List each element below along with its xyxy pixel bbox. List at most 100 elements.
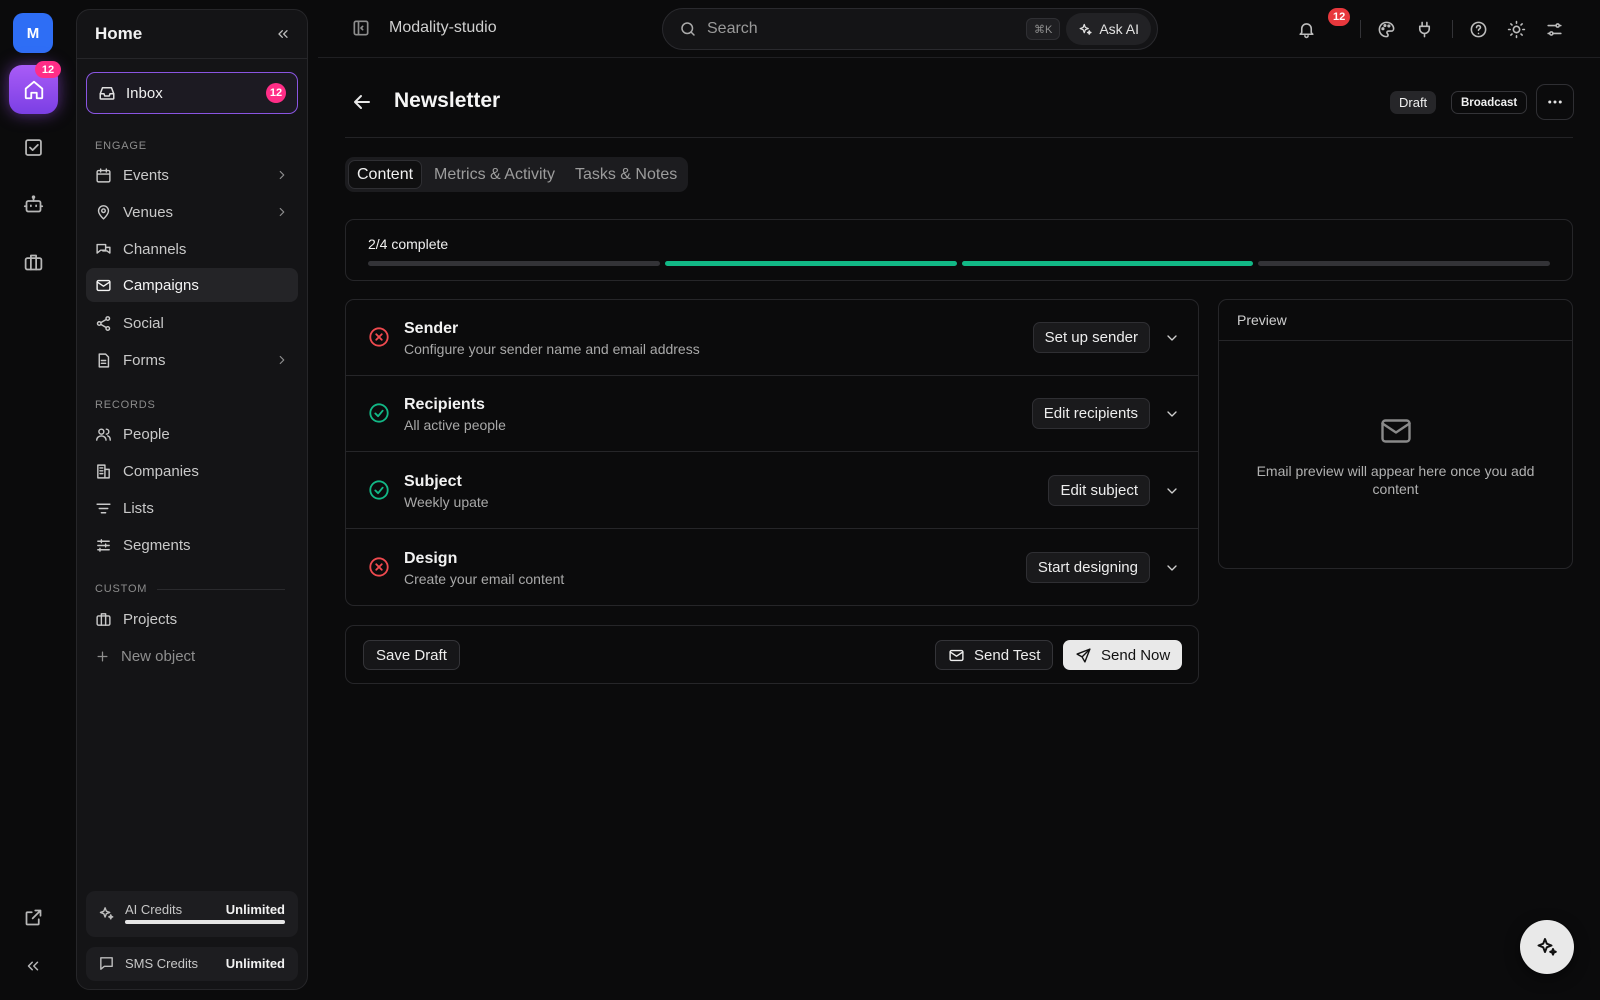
ai-credits-card[interactable]: AI Credits Unlimited (86, 891, 298, 937)
sidebar-item-label: Events (123, 166, 169, 184)
send-now-button[interactable]: Send Now (1063, 640, 1183, 670)
chevron-right-icon (275, 353, 289, 367)
share-icon (95, 315, 112, 332)
tab-metrics-activity[interactable]: Metrics & Activity (426, 160, 563, 189)
new-object-button[interactable]: New object (86, 639, 298, 673)
rail-bot-button[interactable] (18, 189, 48, 219)
settings-sliders-icon[interactable] (1542, 17, 1566, 41)
tab-tasks-notes[interactable]: Tasks & Notes (567, 160, 685, 189)
topbar-separator (1360, 20, 1361, 38)
save-draft-button[interactable]: Save Draft (363, 640, 460, 670)
search-shortcut: ⌘K (1025, 18, 1061, 40)
rail-collapse-button[interactable] (18, 951, 48, 981)
briefcase-icon (95, 611, 112, 628)
progress-segment (1258, 261, 1550, 266)
plug-icon[interactable] (1412, 17, 1436, 41)
sidebar-item-label: Campaigns (123, 276, 199, 294)
x-circle-icon (368, 556, 390, 578)
sidebar-item-label: Lists (123, 499, 154, 517)
progress-segment (961, 261, 1254, 266)
edit-subject-button[interactable]: Edit subject (1048, 475, 1150, 506)
collapse-sidebar-icon[interactable] (275, 26, 291, 42)
sidebar-item-events[interactable]: Events (86, 158, 298, 192)
start-designing-button[interactable]: Start designing (1025, 552, 1150, 583)
search-icon (679, 20, 697, 38)
sidebar-item-label: Channels (123, 240, 187, 258)
rail-home-badge: 12 (35, 61, 61, 78)
header-divider (345, 137, 1573, 138)
sidebar-item-campaigns[interactable]: Campaigns (86, 268, 298, 302)
rail-external-button[interactable] (18, 902, 48, 932)
rail-briefcase-button[interactable] (18, 247, 48, 277)
send-test-label: Send Test (974, 646, 1041, 664)
ai-credits-fill (125, 920, 285, 924)
status-badge: Draft (1390, 91, 1437, 114)
home-icon (23, 79, 45, 101)
sidebar-item-forms[interactable]: Forms (86, 343, 298, 377)
checkbox-icon (23, 137, 44, 158)
sidebar-item-lists[interactable]: Lists (86, 491, 298, 525)
chevron-down-icon[interactable] (1164, 330, 1180, 346)
back-arrow-icon[interactable] (350, 90, 374, 114)
map-pin-icon (95, 204, 112, 221)
workspace-avatar[interactable]: M (13, 13, 53, 53)
progress-label: 2/4 complete (368, 236, 449, 252)
preview-title: Preview (1219, 300, 1572, 341)
global-search[interactable]: Search ⌘K Ask AI (662, 8, 1158, 50)
step-title: Recipients (404, 396, 485, 413)
sidebar-item-label: Companies (123, 462, 199, 480)
briefcase-icon (23, 252, 44, 273)
building-icon (95, 463, 112, 480)
chevron-right-icon (275, 168, 289, 182)
workspace-breadcrumb[interactable]: Modality-studio (389, 19, 497, 37)
ai-assistant-button[interactable] (1520, 920, 1574, 974)
edit-recipients-button[interactable]: Edit recipients (1031, 398, 1150, 429)
tab-bar: Content Metrics & Activity Tasks & Notes (345, 157, 689, 192)
step-recipients: Recipients All active people Edit recipi… (346, 376, 1198, 452)
send-now-label: Send Now (1101, 646, 1171, 664)
sidebar-item-companies[interactable]: Companies (86, 454, 298, 488)
chevron-down-icon[interactable] (1164, 406, 1180, 422)
sparkles-icon (98, 905, 115, 922)
sun-icon[interactable] (1504, 17, 1528, 41)
set-up-sender-button[interactable]: Set up sender (1032, 322, 1150, 353)
sms-credits-card[interactable]: SMS Credits Unlimited (86, 947, 298, 981)
sidebar-item-channels[interactable]: Channels (86, 232, 298, 266)
step-title: Subject (404, 473, 462, 490)
sms-credits-label: SMS Credits (125, 956, 198, 971)
send-test-button[interactable]: Send Test (935, 640, 1054, 670)
tab-content[interactable]: Content (348, 160, 423, 189)
check-circle-icon (368, 402, 390, 424)
sms-credits-value: Unlimited (225, 956, 285, 971)
sidebar-item-label: Forms (123, 351, 166, 369)
sidebar-item-social[interactable]: Social (86, 306, 298, 340)
sidebar-item-label: Segments (123, 536, 191, 554)
notification-badge: 12 (1328, 8, 1351, 26)
step-title: Sender (404, 320, 459, 337)
inbox-badge: 12 (266, 83, 286, 103)
sidebar-item-label: Venues (123, 203, 174, 221)
chevron-down-icon[interactable] (1164, 560, 1180, 576)
preview-empty-text: Email preview will appear here once you … (1256, 463, 1535, 497)
sidebar-item-venues[interactable]: Venues (86, 195, 298, 229)
rail-tasks-button[interactable] (18, 132, 48, 162)
palette-icon[interactable] (1374, 17, 1398, 41)
more-options-button[interactable] (1536, 84, 1574, 120)
bell-icon[interactable] (1294, 17, 1318, 41)
more-horizontal-icon (1546, 93, 1564, 111)
help-icon[interactable] (1466, 17, 1490, 41)
search-input[interactable]: Search (707, 20, 1026, 38)
sidebar-title: Home (95, 24, 143, 43)
panel-toggle-icon[interactable] (351, 18, 371, 38)
chevron-down-icon[interactable] (1164, 483, 1180, 499)
sidebar-item-people[interactable]: People (86, 417, 298, 451)
inbox-icon (98, 84, 116, 102)
sidebar: Home Inbox 12 ENGAGE Events Venues Chann… (76, 9, 308, 990)
action-bar: Save Draft Send Test Send Now (345, 625, 1199, 684)
section-engage: ENGAGE (95, 140, 147, 152)
ask-ai-button[interactable]: Ask AI (1066, 13, 1151, 45)
sidebar-item-inbox[interactable]: Inbox 12 (86, 72, 298, 114)
sidebar-item-segments[interactable]: Segments (86, 528, 298, 562)
list-icon (95, 500, 112, 517)
sidebar-item-projects[interactable]: Projects (86, 602, 298, 636)
